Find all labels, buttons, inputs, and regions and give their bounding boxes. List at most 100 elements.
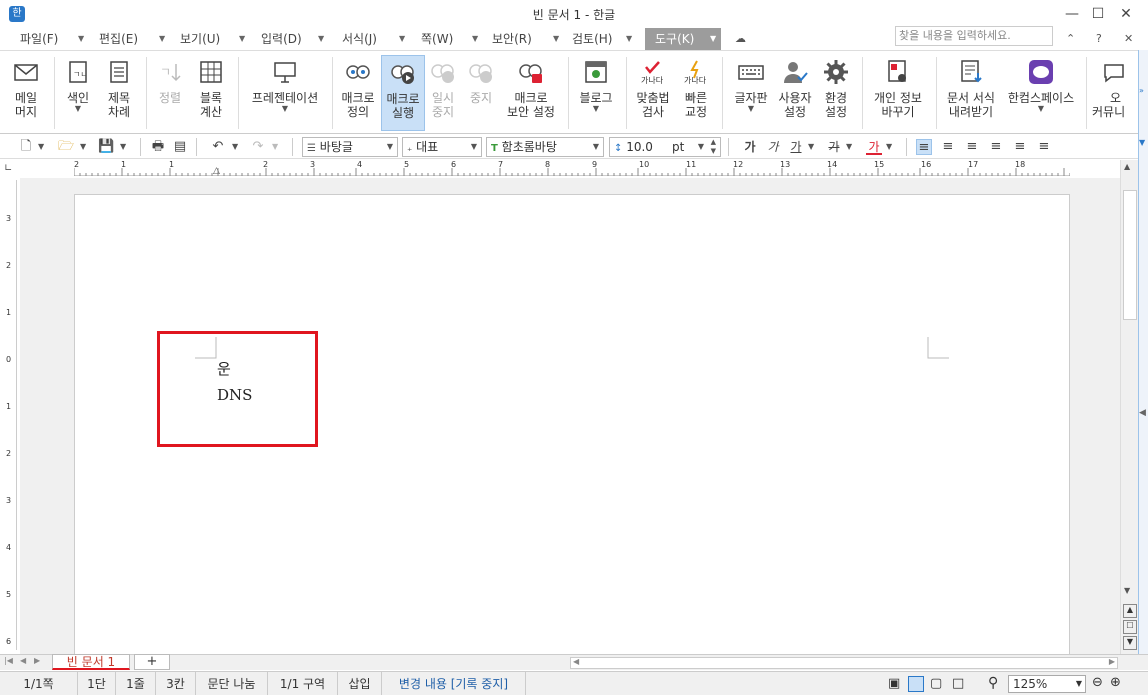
community-button[interactable]: 오 커뮤니 <box>1092 55 1136 131</box>
mail-merge-button[interactable]: 메일 머지 <box>4 55 48 131</box>
menu-format[interactable]: 서식(J) <box>342 28 377 50</box>
align-justify-icon[interactable]: ≡ <box>916 139 932 155</box>
chevron-down-icon[interactable]: ▼ <box>239 28 245 50</box>
keyboard-button[interactable]: 글자판 ▼ <box>728 55 774 131</box>
tab-next-icon[interactable]: ▶ <box>34 656 40 665</box>
align-distribute-icon[interactable]: ≡ <box>1012 139 1028 155</box>
cloud-icon[interactable]: ☁ <box>735 28 746 50</box>
page-icon[interactable]: ☐ <box>1123 620 1137 634</box>
macro-security-button[interactable]: 매크로 보안 설정 <box>502 55 560 131</box>
stop-button[interactable]: 중지 <box>463 55 499 131</box>
chevron-down-icon[interactable]: ▼ <box>159 28 165 50</box>
horizontal-ruler[interactable]: 2 1 1 2 3 4 5 6 7 8 9 10 11 12 13 14 15 … <box>74 160 1070 176</box>
tab-prev-icon[interactable]: ◀ <box>20 656 26 665</box>
scroll-up-icon[interactable]: ▲ <box>1124 162 1130 171</box>
blog-button[interactable]: 블로그 ▼ <box>574 55 618 131</box>
chevron-down-icon[interactable]: ▼ <box>38 139 44 155</box>
expand-panel-icon[interactable]: » <box>1139 86 1144 95</box>
chevron-down-icon[interactable]: ▼ <box>78 28 84 50</box>
view-fit-icon[interactable]: ▣ <box>888 676 900 691</box>
undo-icon[interactable]: ↶ <box>210 139 226 155</box>
presentation-button[interactable]: 프레젠테이션 ▼ <box>244 55 326 131</box>
status-paragraph-split[interactable]: 문단 나눔 <box>196 672 268 695</box>
font-color-button[interactable]: 가 <box>866 139 882 155</box>
redo-icon[interactable]: ↷ <box>250 139 266 155</box>
menu-insert[interactable]: 입력(D) <box>261 28 302 50</box>
user-settings-button[interactable]: 사용자 설정 <box>774 55 816 131</box>
ruler-corner-icon[interactable]: ∟ <box>4 163 12 174</box>
toc-button[interactable]: 제목 차례 <box>98 55 140 131</box>
close-doc-icon[interactable]: ✕ <box>1124 28 1133 50</box>
open-folder-icon[interactable]: 🗁 <box>58 139 74 155</box>
macro-define-button[interactable]: 매크로 정의 <box>336 55 380 131</box>
horizontal-scrollbar[interactable]: ◀ ▶ <box>570 657 1118 669</box>
status-track-changes[interactable]: 변경 내용 [기록 중지] <box>382 672 526 695</box>
language-select[interactable]: ₊ 대표 ▼ <box>402 137 482 157</box>
scroll-down-icon[interactable]: ▼ <box>1124 586 1130 595</box>
maximize-icon[interactable]: ☐ <box>1086 4 1110 24</box>
view-full-icon[interactable]: □ <box>952 676 964 691</box>
side-panel-collapsed[interactable]: » ▼ ◀ <box>1138 50 1148 670</box>
chevron-down-icon[interactable]: ▼ <box>553 28 559 50</box>
align-divide-icon[interactable]: ≡ <box>1036 139 1052 155</box>
align-left-icon[interactable]: ≡ <box>940 139 956 155</box>
zoom-out-icon[interactable]: ⊖ <box>1092 675 1103 690</box>
style-select[interactable]: ☰ 바탕글 ▼ <box>302 137 398 157</box>
view-page-icon[interactable] <box>908 676 924 692</box>
search-icon[interactable]: ⚲ <box>988 675 998 691</box>
menu-security[interactable]: 보안(R) <box>492 28 532 50</box>
scroll-right-icon[interactable]: ▶ <box>1109 657 1115 666</box>
sort-button[interactable]: ㄱ 정렬 <box>150 55 190 131</box>
font-size-input[interactable]: ↕ 10.0 pt ▼ ▲ ▼ <box>609 137 721 157</box>
macro-run-button[interactable]: 매크로 실행 <box>381 55 425 131</box>
close-icon[interactable]: ✕ <box>1114 4 1138 24</box>
status-page[interactable]: 1/1쪽 <box>0 672 78 695</box>
page-up-icon[interactable]: ▲ <box>1123 604 1137 618</box>
tab-first-icon[interactable]: |◀ <box>4 656 13 665</box>
spinner-icon[interactable]: ▲ ▼ <box>711 138 716 156</box>
status-section[interactable]: 1/1 구역 <box>268 672 338 695</box>
pause-button[interactable]: 일시 중지 <box>425 55 461 131</box>
ribbon-collapse-icon[interactable]: ⌃ <box>1066 28 1075 50</box>
page-down-icon[interactable]: ▼ <box>1123 636 1137 650</box>
chevron-down-icon[interactable]: ▼ <box>886 139 892 155</box>
quick-correct-button[interactable]: 가나다 빠른 교정 <box>676 55 716 131</box>
italic-button[interactable]: 가 <box>765 139 781 155</box>
tab-document-1[interactable]: 빈 문서 1 <box>52 654 130 670</box>
environment-settings-button[interactable]: 환경 설정 <box>816 55 856 131</box>
chevron-down-icon[interactable]: ▼ <box>120 139 126 155</box>
print-icon[interactable]: 🖶 <box>150 139 166 155</box>
spellcheck-button[interactable]: 가나다 맞춤법 검사 <box>630 55 676 131</box>
chevron-down-icon[interactable]: ▼ <box>399 28 405 50</box>
vertical-ruler[interactable]: 3 2 1 0 1 2 3 4 5 6 <box>3 180 17 650</box>
save-icon[interactable]: 💾 <box>98 139 114 155</box>
indent-marker-icon[interactable]: △ <box>213 166 220 176</box>
block-calc-button[interactable]: 블록 계산 <box>190 55 232 131</box>
help-icon[interactable]: ? <box>1096 28 1102 50</box>
add-tab-button[interactable]: + <box>134 654 170 670</box>
hancom-space-button[interactable]: 한컴스페이스 ▼ <box>1002 55 1080 131</box>
chevron-down-icon[interactable]: ▼ <box>472 28 478 50</box>
chevron-down-icon[interactable]: ▼ <box>80 139 86 155</box>
chevron-down-icon[interactable]: ▼ <box>710 28 716 50</box>
index-button[interactable]: ㄱㄴ 색인 ▼ <box>58 55 98 131</box>
chevron-down-icon[interactable]: ▼ <box>318 28 324 50</box>
panel-toggle-icon[interactable]: ◀ <box>1139 408 1146 418</box>
chevron-down-icon[interactable]: ▼ <box>808 139 814 155</box>
status-insert-mode[interactable]: 삽입 <box>338 672 382 695</box>
chevron-down-icon[interactable]: ▼ <box>846 139 852 155</box>
bold-button[interactable]: 가 <box>742 139 758 155</box>
zoom-in-icon[interactable]: ⊕ <box>1110 675 1121 690</box>
font-select[interactable]: T 함초롬바탕 ▼ <box>486 137 604 157</box>
menu-edit[interactable]: 편집(E) <box>99 28 138 50</box>
download-template-button[interactable]: 문서 서식 내려받기 <box>940 55 1002 131</box>
zoom-select[interactable]: 125% ▼ <box>1008 675 1086 693</box>
align-right-icon[interactable]: ≡ <box>988 139 1004 155</box>
privacy-button[interactable]: 개인 정보 바꾸기 <box>866 55 930 131</box>
scrollbar-thumb[interactable] <box>1123 190 1137 320</box>
chevron-down-icon[interactable]: ▼ <box>272 139 278 155</box>
menu-page[interactable]: 쪽(W) <box>421 28 453 50</box>
scroll-left-icon[interactable]: ◀ <box>573 657 579 666</box>
menu-review[interactable]: 검토(H) <box>572 28 612 50</box>
print-preview-icon[interactable]: ▤ <box>172 139 188 155</box>
